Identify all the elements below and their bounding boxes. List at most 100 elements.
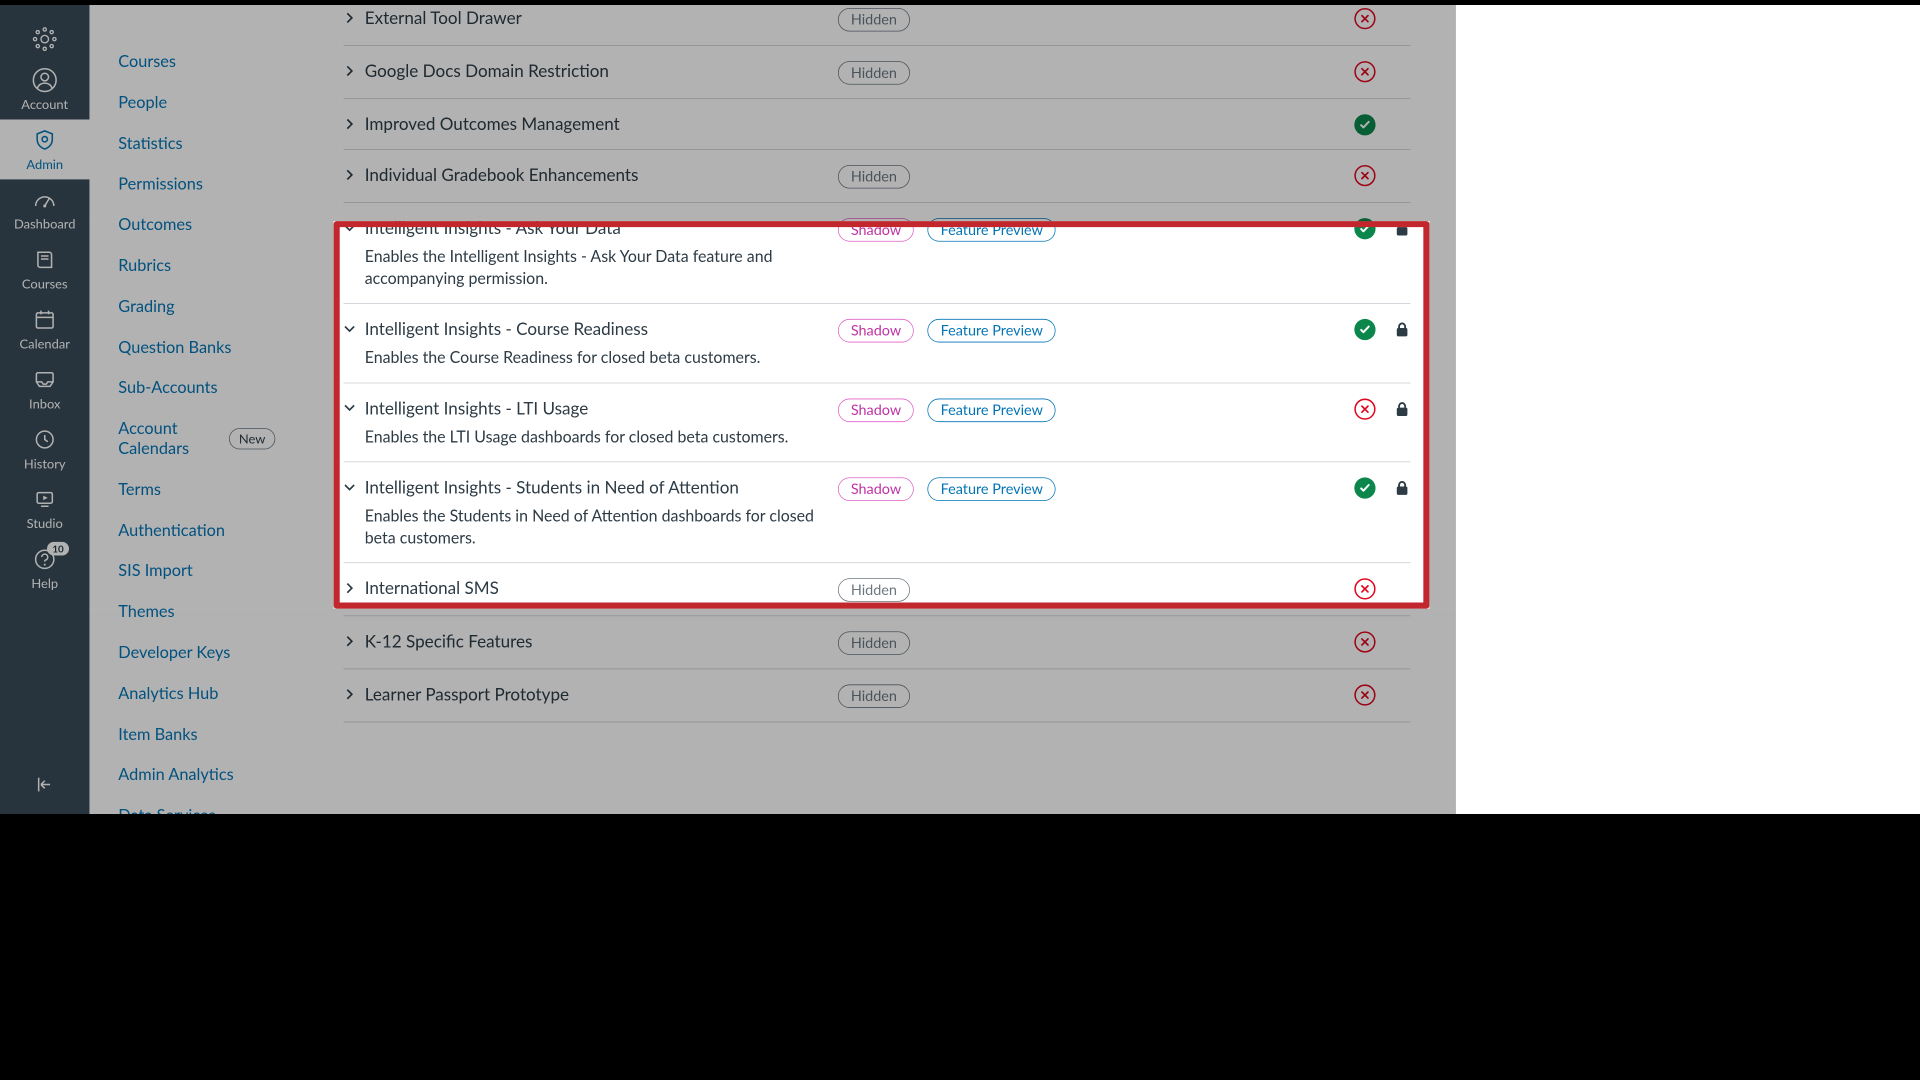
ctx-themes[interactable]: Themes [118,591,279,632]
hidden-pill: Hidden [838,684,910,708]
new-badge: New [229,428,275,450]
feature-title[interactable]: International SMS [365,577,499,599]
chevron-right-icon[interactable] [344,688,359,700]
feature-tags: ShadowFeature Preview [829,217,1147,242]
ctx-developer-keys[interactable]: Developer Keys [118,632,279,673]
feature-title[interactable]: Intelligent Insights - Ask Your Data [365,217,621,239]
ctx-terms[interactable]: Terms [118,469,279,510]
chevron-down-icon[interactable] [344,322,359,334]
status-disabled-icon[interactable] [1354,631,1375,652]
feature-title[interactable]: Google Docs Domain Restriction [365,60,609,82]
nav-account[interactable]: Account [0,60,89,120]
nav-calendar[interactable]: Calendar [0,299,89,359]
feature-row: Individual Gradebook Enhancements Hidden [344,150,1411,203]
ctx-question-banks[interactable]: Question Banks [118,327,279,368]
nav-history[interactable]: History [0,419,89,479]
feature-description: Enables the LTI Usage dashboards for clo… [365,426,829,447]
ctx-people[interactable]: People [118,82,279,123]
feature-tags: Hidden [829,683,1147,708]
feature-description: Enables the Course Readiness for closed … [365,347,829,368]
feature-title[interactable]: External Tool Drawer [365,7,522,29]
feature-title[interactable]: Intelligent Insights - LTI Usage [365,397,589,419]
nav-dashboard-label: Dashboard [14,216,75,232]
nav-logo[interactable] [0,13,89,60]
shadow-pill: Shadow [838,319,914,343]
user-circle-icon [32,67,58,93]
feature-row: Intelligent Insights - LTI Usage Enables … [344,383,1411,462]
context-nav: Courses People Statistics Permissions Ou… [89,5,298,814]
status-enabled-icon[interactable] [1354,114,1375,135]
feature-tags: Hidden [829,7,1147,32]
feature-title[interactable]: Improved Outcomes Management [365,113,620,135]
lock-icon[interactable] [1394,322,1411,337]
feature-title[interactable]: Intelligent Insights - Course Readiness [365,317,648,339]
feature-row: Google Docs Domain RestrictionHidden [344,46,1411,99]
nav-collapse[interactable] [0,764,89,805]
feature-title[interactable]: Individual Gradebook Enhancements [365,163,639,185]
nav-inbox[interactable]: Inbox [0,359,89,419]
feature-tags [829,113,1147,115]
chevron-right-icon[interactable] [344,65,359,77]
nav-help[interactable]: 10 Help [0,539,89,599]
status-disabled-icon[interactable] [1354,578,1375,599]
shadow-pill: Shadow [838,398,914,422]
status-enabled-icon[interactable] [1354,218,1375,239]
ctx-sis-import[interactable]: SIS Import [118,550,279,591]
nav-studio[interactable]: Studio [0,479,89,539]
ctx-analytics-hub[interactable]: Analytics Hub [118,673,279,714]
feature-status [1354,217,1410,240]
ctx-permissions[interactable]: Permissions [118,164,279,205]
nav-courses[interactable]: Courses [0,239,89,299]
status-disabled-icon[interactable] [1354,165,1375,186]
lock-icon[interactable] [1394,221,1411,236]
feature-title[interactable]: Learner Passport Prototype [365,683,569,705]
status-enabled-icon[interactable] [1354,478,1375,499]
ctx-grading[interactable]: Grading [118,286,279,327]
hidden-pill: Hidden [838,631,910,655]
chevron-down-icon[interactable] [344,222,359,234]
ctx-item-banks[interactable]: Item Banks [118,714,279,755]
ctx-courses[interactable]: Courses [118,41,279,82]
ctx-account-calendars[interactable]: Account Calendars New [118,409,279,469]
feature-row: Learner Passport Prototype Hidden [344,669,1411,722]
feature-title[interactable]: Intelligent Insights - Students in Need … [365,476,739,498]
ctx-account-calendars-label: Account Calendars [118,419,217,458]
nav-admin[interactable]: Admin [0,120,89,180]
nav-dashboard[interactable]: Dashboard [0,179,89,239]
ctx-statistics[interactable]: Statistics [118,123,279,164]
feature-tags: Hidden [829,577,1147,602]
chevron-down-icon[interactable] [344,402,359,414]
ctx-rubrics[interactable]: Rubrics [118,245,279,286]
chevron-right-icon[interactable] [344,635,359,647]
hidden-pill: Hidden [838,578,910,602]
chevron-right-icon[interactable] [344,169,359,181]
ctx-admin-analytics[interactable]: Admin Analytics [118,754,279,795]
ctx-outcomes[interactable]: Outcomes [118,205,279,246]
collapse-left-icon [32,772,58,798]
feature-row: External Tool Drawer Hidden [344,5,1411,46]
status-disabled-icon[interactable] [1354,61,1375,82]
global-nav: Account Admin Dashboard Courses [0,5,89,814]
status-disabled-icon[interactable] [1354,684,1375,705]
chevron-right-icon[interactable] [344,12,359,24]
feature-status [1354,683,1410,706]
preview-pill: Feature Preview [928,398,1056,422]
chevron-down-icon[interactable] [344,481,359,493]
feature-tags: Hidden [829,630,1147,655]
feature-tags: ShadowFeature Preview [829,476,1147,501]
status-disabled-icon[interactable] [1354,398,1375,419]
chevron-right-icon[interactable] [344,118,359,130]
ctx-authentication[interactable]: Authentication [118,510,279,551]
feature-title[interactable]: K-12 Specific Features [365,630,533,652]
feature-row: Intelligent Insights - Course Readiness E… [344,304,1411,383]
nav-studio-label: Studio [27,515,63,531]
chevron-right-icon[interactable] [344,582,359,594]
hidden-pill: Hidden [838,165,910,189]
preview-pill: Feature Preview [928,478,1056,502]
feature-status [1354,317,1410,340]
lock-icon[interactable] [1394,401,1411,416]
lock-icon[interactable] [1394,481,1411,496]
status-disabled-icon[interactable] [1354,8,1375,29]
ctx-sub-accounts[interactable]: Sub-Accounts [118,368,279,409]
status-enabled-icon[interactable] [1354,319,1375,340]
